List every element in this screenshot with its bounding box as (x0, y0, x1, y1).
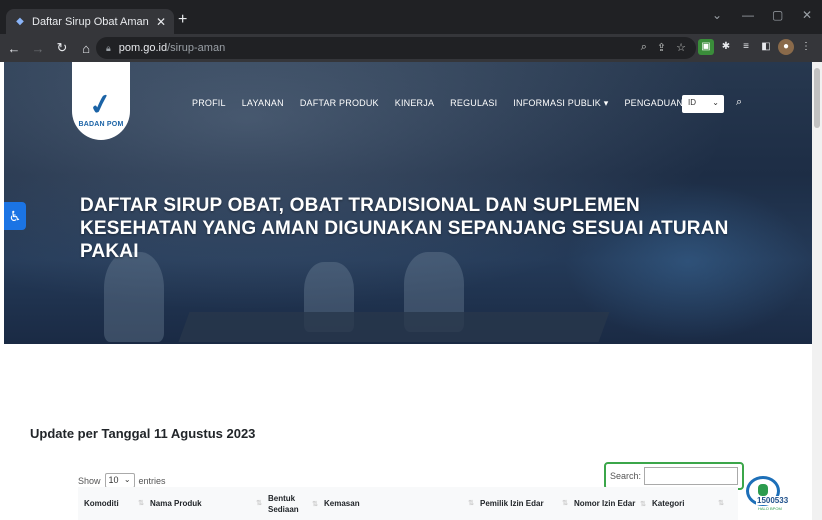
url-domain: pom.go.id (118, 42, 168, 54)
badan-pom-logo[interactable]: ✓ BADAN POM (72, 62, 130, 140)
page-viewport: ✓ BADAN POM PROFIL LAYANAN DAFTAR PRODUK… (4, 62, 812, 520)
home-icon[interactable]: ⌂ (76, 41, 96, 56)
extension-green-icon[interactable]: ▣ (698, 39, 714, 55)
nav-item-pengaduan[interactable]: PENGADUAN (624, 98, 683, 109)
column-header-komoditi[interactable]: Komoditi ⇅ (78, 499, 144, 508)
language-select[interactable]: ID ⌄ (682, 95, 724, 113)
column-header-kategori[interactable]: Kategori ⇅ (646, 499, 724, 508)
minimize-button[interactable]: — (742, 8, 754, 22)
column-header-kemasan[interactable]: Kemasan ⇅ (318, 499, 474, 508)
address-bar[interactable]: 🔒︎ pom.go.id/sirup-aman ⌕ ⇪ ☆ (96, 37, 696, 59)
tab-search-chevron-icon[interactable]: ⌄ (712, 8, 722, 22)
nav-item-regulasi[interactable]: REGULASI (450, 98, 497, 109)
tab-close-icon[interactable]: ✕ (156, 15, 166, 29)
hero-banner: ✓ BADAN POM PROFIL LAYANAN DAFTAR PRODUK… (4, 62, 812, 344)
search-label: Search: (610, 471, 642, 481)
forward-arrow-icon[interactable]: → (28, 41, 48, 56)
column-header-pemilik-izin-edar[interactable]: Pemilik Izin Edar ⇅ (474, 499, 568, 508)
entries-label: entries (138, 475, 166, 486)
nav-item-daftar-produk[interactable]: DAFTAR PRODUK (300, 98, 379, 109)
column-header-nama-produk[interactable]: Nama Produk ⇅ (144, 499, 262, 508)
url-path: /sirup-aman (167, 42, 226, 54)
show-label: Show (78, 475, 101, 486)
hero-title: DAFTAR SIRUP OBAT, OBAT TRADISIONAL DAN … (80, 195, 729, 262)
sort-icon: ⇅ (718, 499, 724, 507)
search-icon[interactable]: ⌕ (736, 96, 742, 109)
column-header-nomor-izin-edar[interactable]: Nomor Izin Edar ⇅ (568, 498, 646, 509)
nav-item-informasi-publik[interactable]: INFORMASI PUBLIK ▾ (513, 98, 608, 109)
chrome-menu-icon[interactable]: ⋮ (798, 39, 814, 55)
zoom-icon[interactable]: ⌕ (641, 41, 647, 54)
hero-meeting-table (178, 312, 610, 342)
halo-bpom-callcenter-badge[interactable]: 1500533 HALO BPOM (740, 474, 794, 520)
nav-item-layanan[interactable]: LAYANAN (242, 98, 284, 109)
browser-tabbar: ◆ Daftar Sirup Obat Aman | Badan ✕ + ⌄ —… (0, 0, 822, 34)
nav-item-profil[interactable]: PROFIL (192, 98, 226, 109)
back-arrow-icon[interactable]: ← (4, 41, 24, 56)
side-panel-icon[interactable]: ◧ (758, 39, 774, 55)
scrollbar-thumb[interactable] (814, 68, 820, 128)
update-date-heading: Update per Tanggal 11 Agustus 2023 (30, 426, 256, 441)
extensions-puzzle-icon[interactable]: ✱ (718, 39, 734, 55)
logo-text: BADAN POM (78, 121, 124, 128)
callcenter-number: 1500533 (756, 496, 790, 505)
browser-toolbar: ← → ↻ ⌂ 🔒︎ pom.go.id/sirup-aman ⌕ ⇪ ☆ ▣ … (0, 34, 822, 62)
new-tab-button[interactable]: + (178, 12, 187, 28)
reload-icon[interactable]: ↻ (52, 40, 72, 56)
site-favicon-icon: ◆ (16, 15, 24, 27)
chevron-down-icon: ⌄ (123, 475, 131, 484)
profile-avatar[interactable]: ● (778, 39, 794, 55)
logo-mark-icon: ✓ (86, 87, 116, 122)
callcenter-subtitle: HALO BPOM (758, 506, 782, 511)
entries-length-control: Show 10 ⌄ entries (78, 473, 166, 488)
browser-tab[interactable]: ◆ Daftar Sirup Obat Aman | Badan ✕ (6, 9, 174, 34)
accessibility-icon[interactable]: ♿︎ (4, 202, 26, 230)
share-icon[interactable]: ⇪ (657, 41, 666, 54)
table-header-row: Komoditi ⇅ Nama Produk ⇅ Bentuk Sediaan ⇅ K… (78, 487, 738, 520)
headset-icon (758, 484, 768, 496)
entries-select[interactable]: 10 ⌄ (104, 473, 135, 488)
lock-icon[interactable]: 🔒︎ (106, 43, 111, 54)
nav-item-kinerja[interactable]: KINERJA (395, 98, 434, 109)
column-header-bentuk-sediaan[interactable]: Bentuk Sediaan ⇅ (262, 493, 318, 515)
main-navigation: PROFIL LAYANAN DAFTAR PRODUK KINERJA REG… (192, 98, 683, 109)
bookmark-star-icon[interactable]: ☆ (676, 41, 686, 54)
page-scrollbar[interactable] (812, 62, 822, 520)
table-search-box: Search: (604, 462, 744, 490)
reading-list-icon[interactable]: ≡ (738, 39, 754, 55)
language-value: ID (688, 98, 696, 107)
search-input[interactable] (644, 467, 738, 485)
chevron-down-icon: ⌄ (712, 98, 719, 107)
tab-title: Daftar Sirup Obat Aman | Badan (32, 15, 150, 28)
close-window-button[interactable]: ✕ (802, 8, 812, 22)
hero-person-figure (104, 252, 164, 342)
maximize-button[interactable]: ▢ (772, 8, 783, 22)
